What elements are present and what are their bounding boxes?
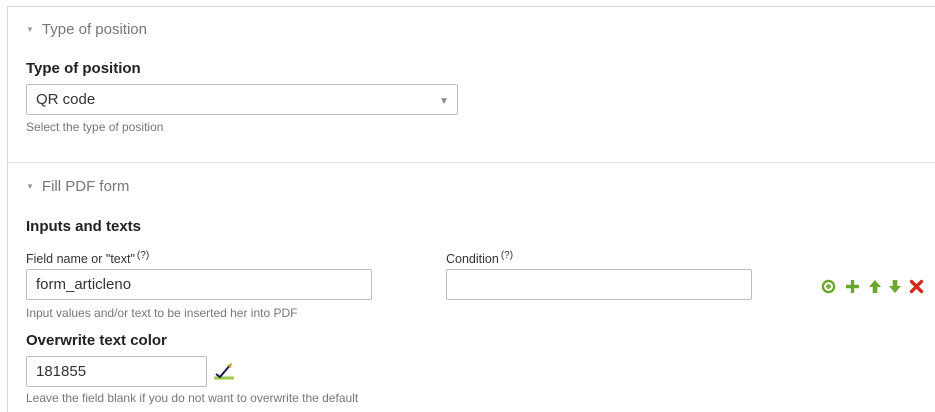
field-name-input-value: form_articleno bbox=[36, 276, 132, 293]
field-name-label-text: Field name or "text" bbox=[26, 252, 135, 267]
add-circle-icon[interactable] bbox=[821, 279, 836, 294]
section-divider bbox=[7, 162, 935, 163]
frame-left-border bbox=[7, 6, 8, 412]
condition-label-text: Condition bbox=[446, 252, 499, 267]
field-name-label: Field name or "text" (?) bbox=[26, 250, 149, 266]
type-of-position-help: Select the type of position bbox=[26, 120, 164, 134]
type-of-position-select[interactable]: QR code ▼ bbox=[26, 84, 458, 115]
condition-label: Condition (?) bbox=[446, 250, 513, 266]
field-name-help-marker[interactable]: (?) bbox=[137, 250, 149, 261]
type-of-position-label: Type of position bbox=[26, 60, 141, 77]
arrow-up-icon[interactable] bbox=[868, 279, 882, 294]
fill-pdf-form-section-toggle[interactable]: ▼ Fill PDF form bbox=[26, 178, 129, 195]
overwrite-text-color-input[interactable]: 181855 bbox=[26, 356, 207, 387]
type-of-position-section-title: Type of position bbox=[41, 21, 147, 38]
plus-icon[interactable] bbox=[845, 279, 860, 294]
arrow-down-icon[interactable] bbox=[888, 279, 902, 294]
type-of-position-section-toggle[interactable]: ▼ Type of position bbox=[26, 21, 147, 38]
delete-icon[interactable] bbox=[909, 279, 924, 294]
collapse-triangle-icon: ▼ bbox=[26, 181, 34, 191]
field-name-input[interactable]: form_articleno bbox=[26, 269, 372, 300]
dropdown-caret-icon: ▼ bbox=[439, 96, 449, 107]
condition-help-marker[interactable]: (?) bbox=[501, 250, 513, 261]
inputs-and-texts-heading: Inputs and texts bbox=[26, 218, 142, 235]
field-name-help: Input values and/or text to be inserted … bbox=[26, 306, 298, 320]
overwrite-text-color-value: 181855 bbox=[36, 363, 87, 380]
color-picker-icon[interactable] bbox=[212, 361, 236, 381]
condition-input[interactable] bbox=[446, 269, 752, 300]
collapse-triangle-icon: ▼ bbox=[26, 24, 34, 34]
fill-pdf-form-section-title: Fill PDF form bbox=[41, 178, 130, 195]
frame-top-border bbox=[7, 6, 935, 7]
overwrite-text-color-label: Overwrite text color bbox=[26, 332, 167, 349]
type-of-position-selected-value: QR code bbox=[36, 91, 96, 108]
overwrite-text-color-help: Leave the field blank if you do not want… bbox=[26, 391, 359, 405]
